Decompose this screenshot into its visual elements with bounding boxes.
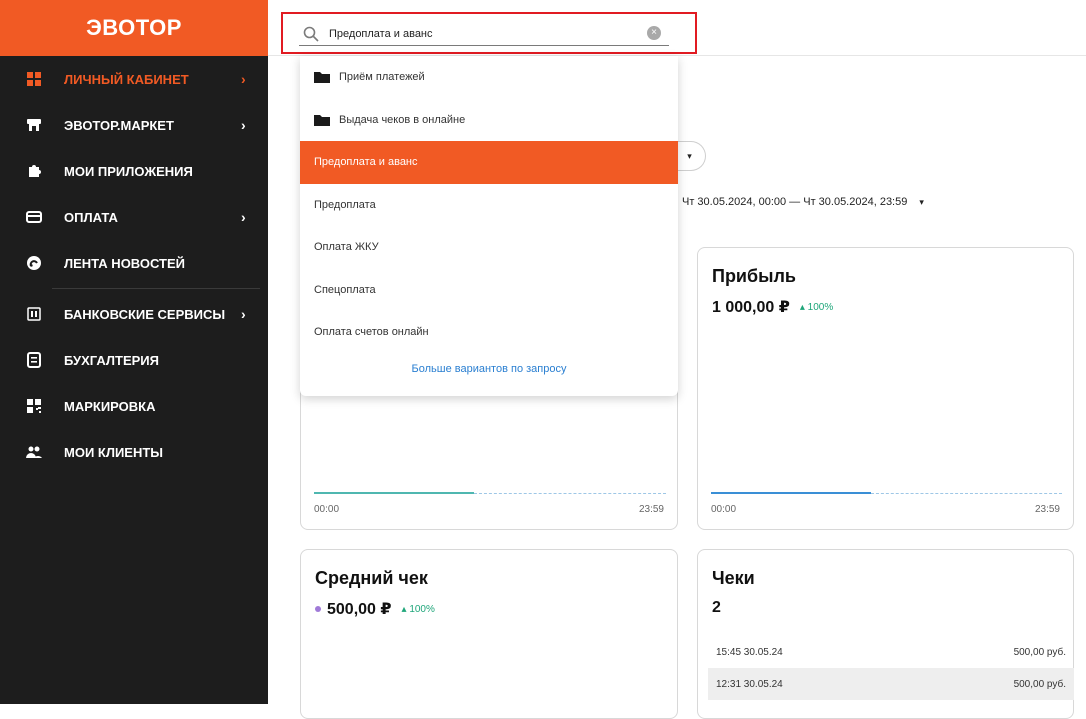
suggestion-item[interactable]: Выдача чеков в онлайне	[300, 99, 678, 142]
search-suggestions-dropdown: Приём платежей Выдача чеков в онлайне Пр…	[300, 56, 678, 396]
store-icon	[26, 117, 42, 133]
sidebar-nav: ЛИЧНЫЙ КАБИНЕТ › ЭВОТОР.МАРКЕТ › МОИ ПРИ…	[0, 56, 268, 475]
chevron-down-icon: ▾	[919, 196, 924, 207]
grid-icon	[26, 71, 42, 87]
chevron-right-icon: ›	[241, 117, 246, 133]
clear-search-icon[interactable]: ×	[647, 26, 661, 40]
suggestion-label: Предоплата и аванс	[314, 156, 418, 169]
sidebar: ЭВОТОР ЛИЧНЫЙ КАБИНЕТ › ЭВОТОР.МАРКЕТ › …	[0, 0, 268, 704]
sidebar-item-label: БАНКОВСКИЕ СЕРВИСЫ	[64, 306, 226, 322]
folder-icon	[314, 71, 330, 84]
suggestion-item[interactable]: Спецоплата	[300, 269, 678, 312]
average-check-amount: 500,00 ₽	[327, 601, 392, 618]
series-dot	[315, 606, 321, 612]
sidebar-item-label: МОИ КЛИЕНТЫ	[64, 444, 164, 460]
search-icon	[303, 26, 319, 42]
brand-name: ЭВОТОР	[86, 15, 182, 40]
sidebar-item-label: ЛЕНТА НОВОСТЕЙ	[64, 255, 185, 271]
sidebar-item-bank-services[interactable]: БАНКОВСКИЕ СЕРВИСЫ ›	[0, 291, 268, 337]
sidebar-item-my-clients[interactable]: МОИ КЛИЕНТЫ	[0, 429, 268, 475]
search-input[interactable]	[329, 27, 649, 40]
receipt-amount: 500,00 руб.	[1013, 646, 1066, 658]
chevron-right-icon: ›	[241, 306, 246, 322]
top-bar: ×	[268, 0, 1086, 56]
receipt-amount: 500,00 руб.	[1013, 678, 1066, 690]
x-axis-start-label: 00:00	[711, 504, 737, 515]
sidebar-item-label: БУХГАЛТЕРИЯ	[64, 352, 159, 368]
date-range-selector[interactable]: Чт 30.05.2024, 00:00 — Чт 30.05.2024, 23…	[682, 196, 924, 208]
sidebar-item-label: МАРКИРОВКА	[64, 398, 156, 414]
puzzle-icon	[26, 163, 42, 179]
folder-icon	[314, 114, 330, 126]
more-options-link[interactable]: Больше вариантов по запросу	[300, 363, 678, 375]
receipt-time: 15:45 30.05.24	[716, 646, 783, 658]
receipt-time: 12:31 30.05.24	[716, 678, 783, 690]
brand-logo[interactable]: ЭВОТОР	[0, 0, 268, 56]
news-icon	[26, 255, 42, 271]
x-axis-end-label: 23:59	[638, 504, 664, 515]
sidebar-item-marking[interactable]: МАРКИРОВКА	[0, 383, 268, 429]
suggestion-label: Приём платежей	[339, 71, 425, 84]
card-title: Средний чек	[315, 568, 428, 588]
sidebar-item-label: ЭВОТОР.МАРКЕТ	[64, 117, 174, 133]
suggestion-item[interactable]: Предоплата	[300, 184, 678, 227]
sidebar-item-personal-account[interactable]: ЛИЧНЫЙ КАБИНЕТ ›	[0, 56, 268, 102]
users-icon	[26, 444, 42, 460]
suggestion-label: Предоплата	[314, 198, 376, 211]
average-check-value: 500,00 ₽ ▴ 100%	[315, 599, 435, 619]
average-check-delta: ▴ 100%	[401, 603, 435, 615]
bank-icon	[26, 306, 42, 322]
average-check-card: Средний чек 500,00 ₽ ▴ 100%	[300, 549, 678, 719]
sidebar-item-my-apps[interactable]: МОИ ПРИЛОЖЕНИЯ	[0, 148, 268, 194]
receipt-row[interactable]: 15:45 30.05.24 500,00 руб.	[708, 636, 1074, 668]
suggestion-item-highlighted[interactable]: Предоплата и аванс	[300, 141, 678, 184]
search-field[interactable]: ×	[299, 22, 669, 46]
card-title: Чеки	[712, 568, 755, 588]
suggestion-label: Выдача чеков в онлайне	[339, 113, 466, 126]
search-highlight-box: ×	[281, 12, 697, 54]
suggestion-label: Спецоплата	[314, 283, 376, 296]
profit-amount: 1 000,00 ₽	[712, 299, 790, 316]
chart-line-solid	[711, 492, 871, 494]
checks-card: Чеки 2 15:45 30.05.24 500,00 руб. 12:31 …	[697, 549, 1074, 719]
sidebar-item-news[interactable]: ЛЕНТА НОВОСТЕЙ	[0, 240, 268, 286]
profit-value: 1 000,00 ₽ ▴ 100%	[712, 297, 833, 317]
chevron-down-icon: ▾	[687, 150, 692, 161]
suggestion-item[interactable]: Оплата ЖКУ	[300, 226, 678, 269]
chevron-right-icon: ›	[241, 71, 246, 87]
chart-line-solid	[314, 492, 474, 494]
suggestion-item[interactable]: Оплата счетов онлайн	[300, 311, 678, 354]
profit-delta: ▴ 100%	[799, 301, 834, 313]
suggestion-item[interactable]: Приём платежей	[300, 56, 678, 99]
sidebar-item-label: ОПЛАТА	[64, 209, 118, 225]
chevron-right-icon: ›	[241, 209, 246, 225]
sidebar-item-payment[interactable]: ОПЛАТА ›	[0, 194, 268, 240]
card-icon	[26, 209, 42, 225]
x-axis-start-label: 00:00	[314, 504, 340, 515]
card-title: Прибыль	[712, 266, 796, 286]
suggestion-label: Оплата счетов онлайн	[314, 326, 429, 339]
ledger-icon	[26, 352, 42, 368]
sidebar-divider	[52, 288, 260, 289]
period-select-toggle[interactable]: ▾	[674, 141, 706, 171]
chart-line-dashed	[871, 493, 1062, 494]
x-axis-end-label: 23:59	[1034, 504, 1060, 515]
receipts-list: 15:45 30.05.24 500,00 руб. 12:31 30.05.2…	[708, 636, 1074, 700]
sidebar-item-market[interactable]: ЭВОТОР.МАРКЕТ ›	[0, 102, 268, 148]
profit-card: Прибыль 1 000,00 ₽ ▴ 100% 00:00 23:59	[697, 247, 1074, 530]
suggestion-label: Оплата ЖКУ	[314, 241, 379, 254]
chart-line-dashed	[474, 493, 666, 494]
date-range-label: Чт 30.05.2024, 00:00 — Чт 30.05.2024, 23…	[682, 196, 908, 208]
sidebar-item-label: ЛИЧНЫЙ КАБИНЕТ	[64, 71, 189, 87]
sidebar-item-label: МОИ ПРИЛОЖЕНИЯ	[64, 163, 193, 179]
receipt-row[interactable]: 12:31 30.05.24 500,00 руб.	[708, 668, 1074, 700]
sidebar-item-accounting[interactable]: БУХГАЛТЕРИЯ	[0, 337, 268, 383]
qr-icon	[26, 398, 42, 414]
checks-count: 2	[712, 599, 721, 616]
